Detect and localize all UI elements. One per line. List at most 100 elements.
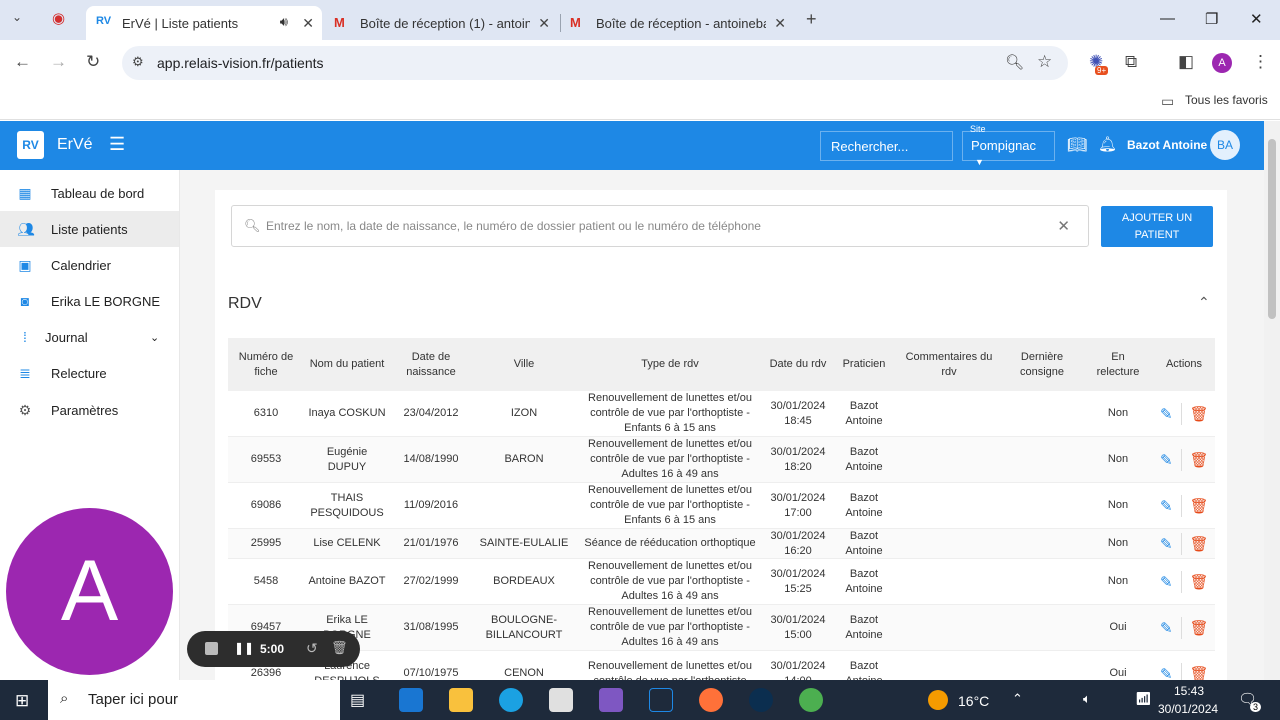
add-patient-button[interactable]: AJOUTER UN PATIENT (1101, 206, 1213, 247)
maximize-icon[interactable]: ❐ (1205, 10, 1218, 28)
delete-icon[interactable]: 🗑︎ (1190, 451, 1209, 469)
network-icon[interactable]: 📶︎ (1135, 691, 1152, 707)
action-divider (1180, 616, 1182, 639)
delete-icon[interactable]: 🗑︎ (1190, 619, 1209, 637)
audio-icon[interactable]: 🔊︎ (280, 14, 288, 30)
tab-gmail-1[interactable]: M Boîte de réception (1) - antoine ✕ (330, 6, 558, 40)
firefox-icon[interactable] (699, 688, 723, 712)
table-row[interactable]: 69457Erika LE BORGNE31/08/1995BOULOGNE-B… (228, 605, 1215, 651)
sidebar-item-relecture[interactable]: ≣ Relecture (0, 355, 179, 391)
forward-icon[interactable]: → (50, 52, 67, 72)
cell-consigne (1006, 651, 1078, 680)
cell-naissance: 27/02/1999 (403, 575, 459, 587)
delete-icon[interactable]: 🗑︎ (1190, 535, 1209, 553)
cell-praticien: Bazot Antoine (845, 399, 883, 427)
header-search[interactable]: Rechercher... (820, 131, 953, 161)
delete-icon[interactable]: 🗑︎ (1190, 497, 1209, 515)
restart-icon[interactable]: ↺ (306, 640, 318, 657)
clear-search-icon[interactable]: ✕ (1057, 217, 1070, 235)
profile-avatar[interactable]: A (1212, 53, 1232, 73)
cell-fiche: 6310 (253, 407, 279, 419)
windows-start-icon[interactable]: ⊞ (15, 691, 29, 711)
taskbar-search[interactable]: ⌕ Taper ici pour (48, 680, 340, 720)
edit-icon[interactable]: ✎ (1160, 405, 1173, 423)
bookmark-star-icon[interactable]: ☆ (1037, 52, 1052, 72)
edit-icon[interactable]: ✎ (1160, 619, 1173, 637)
chevron-up-icon[interactable]: ⌃ (1198, 294, 1210, 311)
col-relecture: En relecture (1096, 350, 1140, 378)
back-icon[interactable]: ← (14, 52, 31, 72)
sidebar-item-settings[interactable]: ⚙ Paramètres (0, 392, 179, 428)
table-row[interactable]: 26396Laurence DESPUJOLS07/10/1975CENONRe… (228, 651, 1215, 680)
puzzle-icon[interactable]: ⧉ (1125, 52, 1137, 72)
table-row[interactable]: 6310 Inaya COSKUN 23/04/2012 IZON Renouvelle… (228, 391, 1215, 437)
user-avatar[interactable]: BA (1210, 130, 1240, 160)
site-settings-icon[interactable]: ⚙ (132, 54, 144, 70)
file-explorer-icon[interactable] (449, 688, 473, 712)
erve-app-icon[interactable] (649, 688, 673, 712)
table-row[interactable]: 5458 Antoine BAZOT 27/02/1999 BORDEAUX Renou… (228, 559, 1215, 605)
new-tab-icon[interactable]: + (806, 9, 817, 30)
app-icon[interactable] (599, 688, 623, 712)
store-icon[interactable] (549, 688, 573, 712)
table-row[interactable]: 69086 THAIS PESQUIDOUS 11/09/2016 Renouvell… (228, 483, 1215, 529)
sidebar-item-erika[interactable]: ◙ Erika LE BORGNE (0, 283, 179, 319)
edge-icon[interactable] (499, 688, 523, 712)
site-select[interactable]: Pompignac ▼ (962, 131, 1055, 167)
patient-search-input[interactable]: 🔍︎ Entrez le nom, la date de naissance, … (231, 205, 1089, 247)
sidebar-item-journal[interactable]: ⁞ Journal ⌄ (0, 319, 179, 355)
edit-icon[interactable]: ✎ (1160, 573, 1173, 591)
tab-search-icon[interactable]: ⌄ (12, 10, 22, 24)
close-tab-icon[interactable]: ✕ (774, 15, 786, 32)
action-divider (1180, 402, 1182, 425)
stop-icon[interactable] (205, 642, 218, 655)
recording-timer: 5:00 (260, 642, 285, 656)
row-actions: ✎ 🗑︎ (1160, 483, 1209, 528)
sidebar-item-dashboard[interactable]: ▦ Tableau de bord (0, 175, 179, 211)
erve-favicon-icon: RV (96, 15, 112, 27)
chrome-icon[interactable] (799, 688, 823, 712)
edit-icon[interactable]: ✎ (1160, 451, 1173, 469)
edit-icon[interactable]: ✎ (1160, 497, 1173, 515)
tab-gmail-2[interactable]: M Boîte de réception - antoinebaz ✕ (566, 6, 794, 40)
sidebar-item-patients[interactable]: 👥︎ Liste patients (0, 211, 179, 247)
pause-icon[interactable]: ❚❚ (234, 641, 254, 655)
tab-erve[interactable]: RV ErVé | Liste patients 🔊︎ ✕ (86, 6, 322, 40)
side-panel-icon[interactable]: ◧ (1178, 52, 1194, 72)
task-view-icon[interactable]: ▤ (350, 690, 365, 710)
people-icon: 👥︎ (17, 220, 35, 237)
page-scrollbar[interactable] (1264, 121, 1280, 680)
table-row[interactable]: 25995 Lise CELENK 21/01/1976 SAINTE-EULALIE… (228, 529, 1215, 559)
tray-chevron-icon[interactable]: ⌃ (1012, 691, 1023, 707)
sidebar-item-calendar[interactable]: ▣ Calendrier (0, 247, 179, 283)
bell-icon[interactable]: 🔔︎ (1098, 135, 1117, 153)
rdv-table: Numéro de fiche Nom du patient Date de n… (228, 338, 1215, 680)
delete-icon[interactable]: 🗑︎ (1190, 573, 1209, 591)
close-tab-icon[interactable]: ✕ (538, 15, 550, 32)
delete-icon[interactable]: 🗑︎ (1190, 665, 1209, 681)
row-actions: ✎ 🗑︎ (1160, 437, 1209, 482)
edit-icon[interactable]: ✎ (1160, 535, 1173, 553)
delete-icon[interactable]: 🗑︎ (1190, 405, 1209, 423)
temperature: 16°C (958, 693, 990, 709)
close-window-icon[interactable]: ✕ (1250, 10, 1263, 28)
recording-icon[interactable]: ◉ (52, 9, 65, 27)
edit-icon[interactable]: ✎ (1160, 665, 1173, 681)
reload-icon[interactable]: ↻ (86, 52, 100, 72)
minimize-icon[interactable]: — (1160, 10, 1175, 27)
hamburger-menu-icon[interactable]: ☰ (109, 134, 125, 155)
table-row[interactable]: 69553 Eugénie DUPUY 14/08/1990 BARON Renouve… (228, 437, 1215, 483)
dashlane-icon[interactable] (749, 688, 773, 712)
user-name[interactable]: Bazot Antoine (1127, 138, 1207, 152)
scrollbar-thumb[interactable] (1268, 139, 1276, 319)
menu-dots-icon[interactable]: ⋮ (1252, 52, 1269, 72)
close-tab-icon[interactable]: ✕ (302, 15, 314, 32)
trash-icon[interactable]: 🗑︎ (331, 640, 348, 656)
address-bar[interactable]: ⚙ app.relais-vision.fr/patients 🔍︎ ☆ (122, 46, 1068, 80)
volume-icon[interactable]: 🔈︎ (1083, 691, 1091, 707)
app-logo[interactable]: RV (17, 131, 44, 159)
all-bookmarks-link[interactable]: Tous les favoris (1185, 93, 1268, 107)
book-icon[interactable]: 📖︎ (1067, 135, 1087, 155)
zoom-icon[interactable]: 🔍︎ (1005, 53, 1024, 71)
mail-app-icon[interactable] (399, 688, 423, 712)
